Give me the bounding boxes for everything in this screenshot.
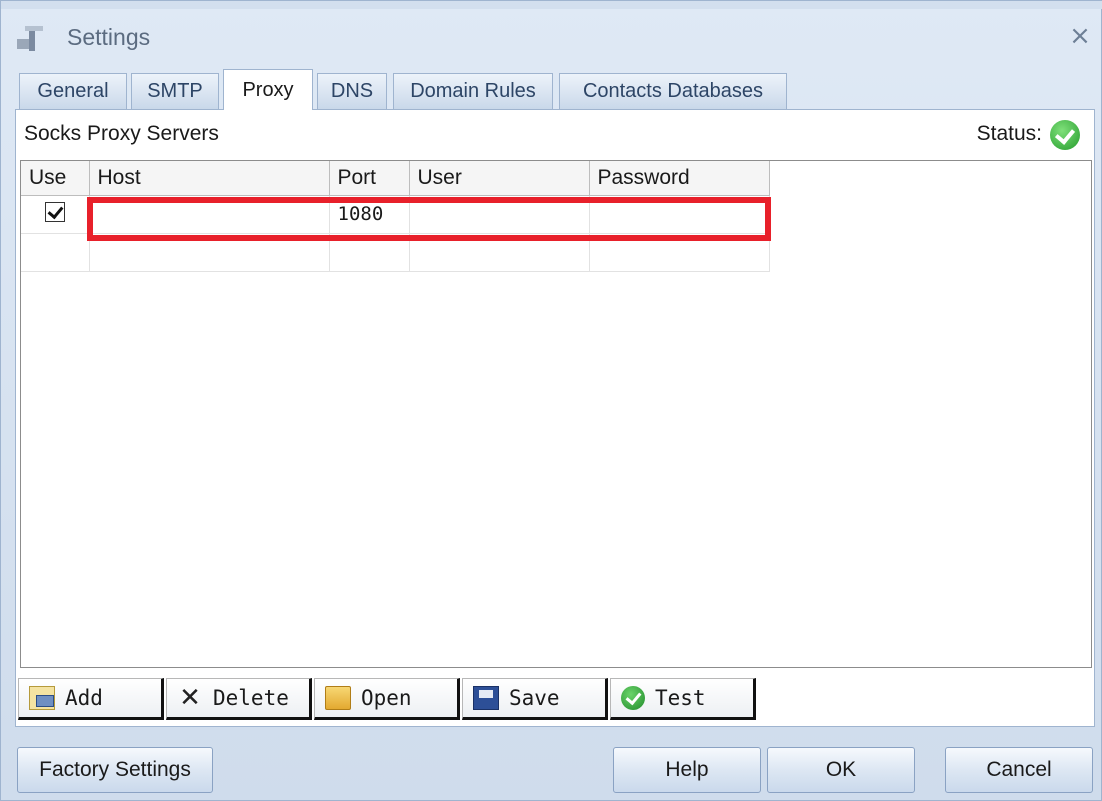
open-label: Open xyxy=(361,686,412,710)
table-header-row: Use Host Port User Password xyxy=(21,161,770,196)
delete-label: Delete xyxy=(213,686,289,710)
proxy-grid[interactable]: Use Host Port User Password 1080 xyxy=(20,160,1092,668)
column-header-password[interactable]: Password xyxy=(589,161,770,196)
tools-icon xyxy=(17,26,43,51)
tab-domain-rules[interactable]: Domain Rules xyxy=(393,73,553,109)
use-cell[interactable] xyxy=(21,195,90,234)
settings-window: Settings × General SMTP Proxy DNS Domain… xyxy=(0,0,1102,801)
row-highlight-box xyxy=(87,197,771,241)
green-check-icon xyxy=(621,686,645,710)
add-label: Add xyxy=(65,686,103,710)
help-button[interactable]: Help xyxy=(613,747,761,793)
tab-smtp[interactable]: SMTP xyxy=(131,73,219,109)
cancel-button[interactable]: Cancel xyxy=(945,747,1093,793)
window-top-edge xyxy=(1,1,1102,9)
open-button[interactable]: Open xyxy=(314,678,460,720)
add-icon xyxy=(29,686,55,710)
title-bar: Settings × xyxy=(1,9,1102,67)
close-button[interactable]: × xyxy=(1065,21,1095,51)
ok-button[interactable]: OK xyxy=(767,747,915,793)
add-button[interactable]: Add xyxy=(18,678,164,720)
green-check-icon xyxy=(1050,120,1080,150)
folder-icon xyxy=(325,686,351,710)
tab-proxy[interactable]: Proxy xyxy=(223,69,313,110)
test-label: Test xyxy=(655,686,706,710)
grid-toolbar: Add ✕ Delete Open Save Test xyxy=(16,676,756,722)
delete-icon: ✕ xyxy=(179,683,201,713)
tab-strip: General SMTP Proxy DNS Domain Rules Cont… xyxy=(15,69,1095,110)
use-checkbox[interactable] xyxy=(44,201,65,222)
floppy-disk-icon xyxy=(473,686,499,710)
proxy-panel: Socks Proxy Servers Status: Use Host Por… xyxy=(15,109,1095,727)
tab-dns[interactable]: DNS xyxy=(317,73,387,109)
test-button[interactable]: Test xyxy=(610,678,756,720)
tab-contacts-databases[interactable]: Contacts Databases xyxy=(559,73,787,109)
delete-button[interactable]: ✕ Delete xyxy=(166,678,312,720)
tab-general[interactable]: General xyxy=(19,73,127,109)
column-header-use[interactable]: Use xyxy=(21,161,90,196)
use-cell[interactable] xyxy=(21,233,90,272)
section-title: Socks Proxy Servers xyxy=(24,122,219,145)
column-header-port[interactable]: Port xyxy=(329,161,410,196)
column-header-user[interactable]: User xyxy=(409,161,590,196)
status-label: Status: xyxy=(976,122,1042,145)
factory-settings-button[interactable]: Factory Settings xyxy=(17,747,213,793)
window-title: Settings xyxy=(67,24,151,50)
save-label: Save xyxy=(509,686,560,710)
save-button[interactable]: Save xyxy=(462,678,608,720)
column-header-host[interactable]: Host xyxy=(89,161,330,196)
